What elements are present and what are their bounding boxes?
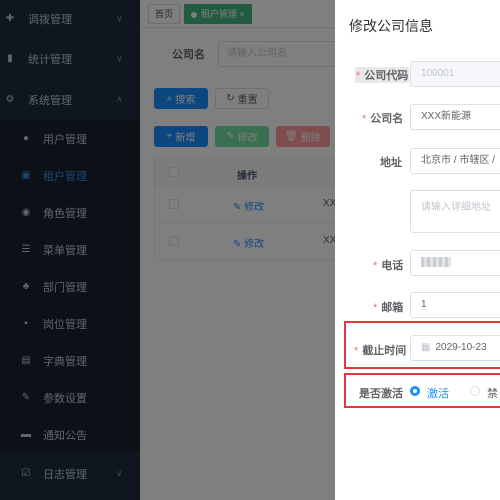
active-radio-yes-label[interactable]: 激活 (427, 385, 449, 401)
deadline-value: 2029-10-23 (435, 342, 487, 353)
deadline-label: * 截止时间 (354, 345, 407, 357)
address-cascader[interactable]: 北京市 / 市辖区 / (410, 148, 500, 174)
address-label: 地址 (380, 157, 402, 169)
label-text: 截止时间 (362, 345, 407, 357)
label-text: 公司名 (370, 113, 404, 125)
label-text: 邮箱 (381, 302, 404, 314)
email-field[interactable]: 1 (410, 292, 500, 318)
company-code-field: 100001 (410, 61, 500, 87)
company-name-field[interactable]: XXX新能源 (410, 104, 500, 130)
email-label: * 邮箱 (373, 302, 404, 314)
redacted-phone (421, 257, 451, 268)
label-text: 公司代码 (364, 70, 409, 82)
active-label: 是否激活 (359, 388, 403, 400)
company-code-label: * 公司代码 (355, 67, 410, 83)
company-name-label: * 公司名 (362, 113, 404, 125)
calendar-icon: ▦ (421, 342, 431, 353)
active-radio-yes[interactable] (410, 386, 420, 396)
active-radio-no[interactable] (470, 386, 480, 396)
label-text: 电话 (381, 260, 404, 272)
address-detail-textarea[interactable]: 请输入详细地址 (410, 190, 500, 233)
phone-field[interactable] (410, 250, 500, 276)
dialog-title: 修改公司信息 (349, 18, 433, 34)
active-radio-no-label[interactable]: 禁 (487, 385, 498, 401)
phone-label: * 电话 (373, 260, 404, 272)
deadline-datepicker[interactable]: ▦ 2029-10-23 (410, 335, 500, 361)
